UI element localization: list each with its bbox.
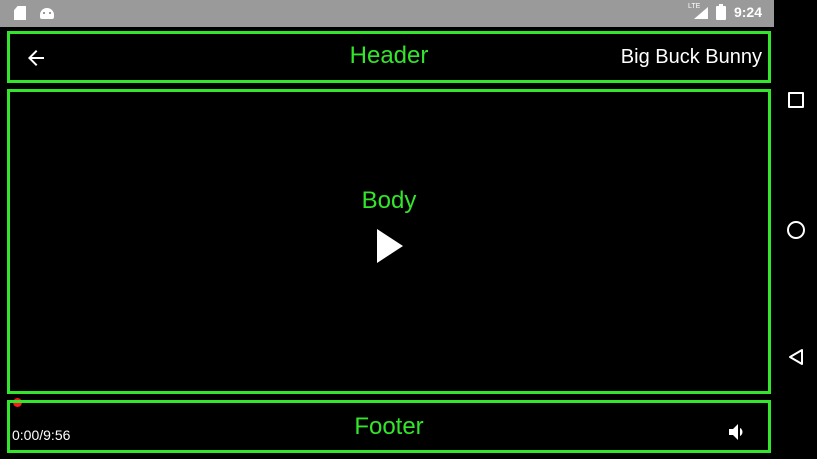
- elapsed-time: 0:00: [12, 427, 40, 443]
- status-bar: LTE 9:24: [0, 0, 774, 27]
- home-button[interactable]: [774, 210, 817, 250]
- system-navigation-bar: [774, 0, 817, 459]
- system-back-button[interactable]: [774, 337, 817, 377]
- play-icon[interactable]: [375, 228, 405, 264]
- square-icon: [787, 92, 804, 108]
- clock: 9:24: [733, 4, 762, 20]
- video-title: Big Buck Bunny: [620, 46, 762, 68]
- header-region: Header Big Buck Bunny: [7, 31, 771, 83]
- video-body-region[interactable]: Body: [7, 89, 771, 394]
- volume-icon[interactable]: [726, 420, 750, 444]
- body-label: Body: [361, 187, 417, 214]
- playback-time: 0:00/9:56: [12, 427, 70, 443]
- signal-icon: LTE: [688, 3, 708, 19]
- battery-icon: [715, 4, 726, 20]
- triangle-back-icon: [788, 349, 803, 365]
- total-duration: 9:56: [43, 427, 71, 443]
- footer-region: Footer: [7, 400, 771, 453]
- circle-icon: [786, 221, 805, 239]
- footer-label: Footer: [354, 413, 424, 440]
- sd-card-icon: [14, 6, 26, 20]
- recent-apps-button[interactable]: [774, 80, 817, 120]
- network-type-label: LTE: [687, 3, 701, 10]
- android-icon: [40, 6, 54, 19]
